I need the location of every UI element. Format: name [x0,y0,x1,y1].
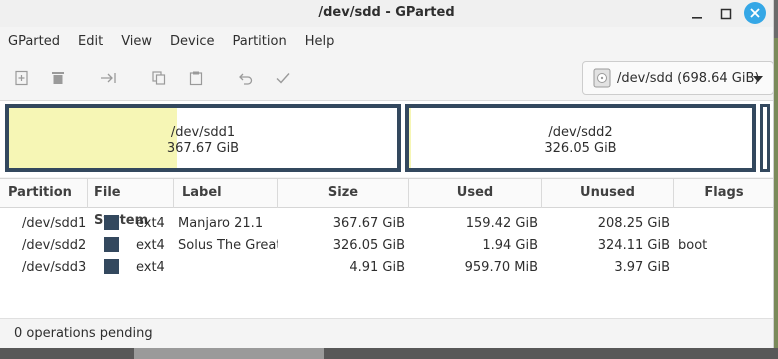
menu-partition[interactable]: Partition [233,34,287,49]
delete-icon [52,72,64,84]
column-header-used[interactable]: Used [409,179,542,208]
table-row[interactable]: /dev/sdd3 ext4 4.91 GiB 959.70 MiB 3.97 GiB [0,257,773,279]
filesystem-text: ext4 [136,216,165,231]
paste-icon [189,71,203,86]
copy-icon [152,71,166,85]
undo-icon [239,73,253,85]
resize-move-button[interactable] [98,67,120,89]
disk-map: /dev/sdd1 367.67 GiB /dev/sdd2 326.05 Gi… [0,101,773,177]
maximize-icon [720,8,732,20]
disk-icon [593,68,611,88]
column-header-flags[interactable]: Flags [674,179,773,208]
menu-edit[interactable]: Edit [78,34,103,49]
diskmap-partition-name: /dev/sdd1 [170,125,236,140]
menu-gparted[interactable]: GParted [8,34,60,49]
cell-unused: 208.25 GiB [597,216,670,231]
cell-filesystem: ext4 [88,235,174,257]
close-icon [750,8,760,18]
window-title: /dev/sdd - GParted [318,5,455,20]
cell-label [174,257,278,279]
new-partition-button[interactable] [11,67,33,89]
cell-unused: 3.97 GiB [614,260,670,275]
desktop-background [0,348,778,359]
cell-size: 326.05 GiB [332,238,405,253]
diskmap-partition-sdd3[interactable] [760,104,770,172]
table-body: /dev/sdd1 ext4 Manjaro 21.1 367.67 GiB 159.4… [0,213,773,279]
diskmap-partition-name: /dev/sdd2 [548,125,613,140]
cell-flags [674,257,773,279]
cell-partition: /dev/sdd1 [22,216,87,231]
minimize-icon [692,17,702,19]
diskmap-partition-size: 326.05 GiB [544,141,617,156]
menu-bar: GParted Edit View Device Partition Help [0,27,773,55]
minimize-button[interactable] [687,4,707,24]
close-button[interactable] [744,2,766,24]
gparted-window: /dev/sdd - GParted GParted Edit View Dev… [0,0,774,348]
table-header: Partition File System Label Size Used Un… [0,179,773,228]
cell-used: 159.42 GiB [465,216,538,231]
device-select-label: /dev/sdd (698.64 GiB) [617,70,760,86]
desktop-background [774,38,778,348]
resize-move-icon [101,73,116,83]
menu-device[interactable]: Device [170,34,214,49]
status-bar: 0 operations pending [0,318,773,348]
cell-used: 959.70 MiB [464,260,538,275]
filesystem-color-swatch [104,237,119,252]
filesystem-color-swatch [104,215,119,230]
cell-partition: /dev/sdd2 [22,238,87,253]
partition-table: Partition File System Label Size Used Un… [0,178,773,318]
maximize-button[interactable] [716,4,736,24]
filesystem-text: ext4 [136,238,165,253]
desktop-window-fragment [134,348,324,359]
column-header-filesystem[interactable]: File System [88,179,174,228]
menu-help[interactable]: Help [305,34,335,49]
diskmap-partition-sdd2[interactable]: /dev/sdd2 326.05 GiB [405,104,756,172]
column-header-size[interactable]: Size [278,179,409,208]
copy-button[interactable] [148,67,170,89]
column-header-partition[interactable]: Partition [0,179,88,208]
apply-button[interactable] [272,67,294,89]
cell-filesystem: ext4 [88,257,174,279]
operations-pending-text: 0 operations pending [14,326,153,341]
filesystem-text: ext4 [136,260,165,275]
cell-flags: boot [678,238,708,253]
paste-button[interactable] [185,67,207,89]
menu-view[interactable]: View [121,34,152,49]
cell-size: 4.91 GiB [349,260,405,275]
cell-label: Manjaro 21.1 [178,216,264,231]
cell-label: Solus The Great [178,238,278,253]
cell-used: 1.94 GiB [482,238,538,253]
cell-flags [674,213,773,235]
delete-button[interactable] [47,67,69,89]
device-selector[interactable]: /dev/sdd (698.64 GiB) [582,61,773,95]
column-header-unused[interactable]: Unused [542,179,674,208]
toolbar: /dev/sdd (698.64 GiB) [0,55,773,101]
column-header-label[interactable]: Label [174,179,278,208]
diskmap-partition-size: 367.67 GiB [166,141,240,156]
table-row[interactable]: /dev/sdd2 ext4 Solus The Great 326.05 GiB 1.… [0,235,773,257]
new-partition-icon [15,70,28,86]
apply-icon [276,73,290,84]
table-row[interactable]: /dev/sdd1 ext4 Manjaro 21.1 367.67 GiB 159.4… [0,213,773,235]
cell-unused: 324.11 GiB [597,238,670,253]
cell-filesystem: ext4 [88,213,174,235]
cell-size: 367.67 GiB [332,216,405,231]
title-bar[interactable]: /dev/sdd - GParted [0,0,773,27]
chevron-down-icon [753,76,763,82]
undo-button[interactable] [235,67,257,89]
diskmap-partition-sdd1[interactable]: /dev/sdd1 367.67 GiB [5,104,401,172]
cell-partition: /dev/sdd3 [22,260,87,275]
filesystem-color-swatch [104,259,119,274]
